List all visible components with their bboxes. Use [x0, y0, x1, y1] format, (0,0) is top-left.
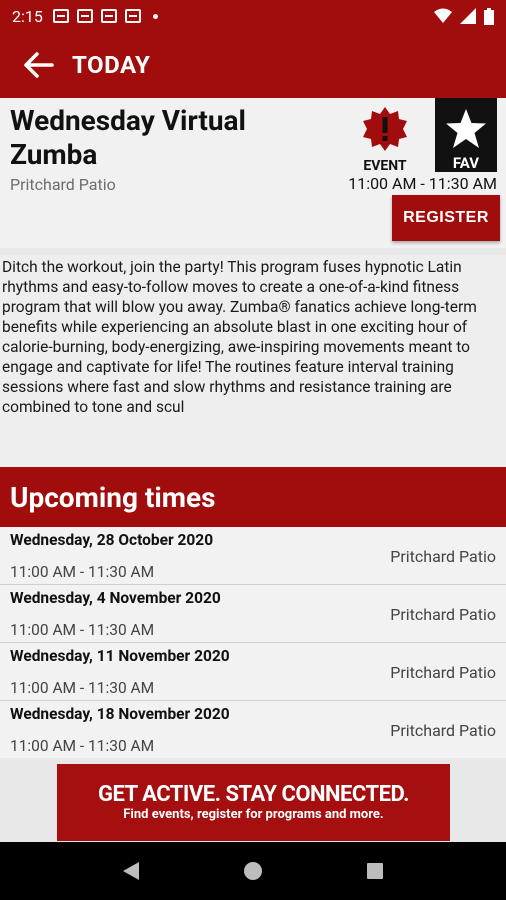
upcoming-date: Wednesday, 11 November 2020 — [10, 647, 230, 665]
message-icon — [76, 9, 93, 23]
event-header: Wednesday Virtual Zumba Pritchard Patio … — [0, 98, 506, 248]
banner-area: GET ACTIVE. STAY CONNECTED. Find events,… — [0, 758, 506, 842]
upcoming-hours: 11:00 AM - 11:30 AM — [10, 563, 155, 581]
banner-subline: Find events, register for programs and m… — [123, 807, 384, 822]
exclamation-burst-icon — [363, 107, 407, 151]
nav-home-button[interactable] — [233, 851, 273, 891]
upcoming-location: Pritchard Patio — [390, 721, 496, 740]
upcoming-hours: 11:00 AM - 11:30 AM — [10, 737, 155, 755]
upcoming-hours: 11:00 AM - 11:30 AM — [10, 679, 155, 697]
favorite-button[interactable]: FAV — [435, 98, 497, 172]
nav-back-button[interactable] — [111, 851, 151, 891]
event-description: Ditch the workout, join the party! This … — [0, 255, 506, 467]
mail-icon — [124, 9, 141, 23]
list-item[interactable]: Wednesday, 18 November 2020 11:00 AM - 1… — [0, 701, 506, 759]
notification-icon — [52, 9, 69, 23]
back-button[interactable] — [22, 48, 56, 82]
upcoming-location: Pritchard Patio — [390, 663, 496, 682]
app-notification-icon — [100, 9, 117, 23]
event-location: Pritchard Patio — [10, 175, 116, 194]
battery-icon — [484, 7, 494, 25]
page-title: TODAY — [72, 51, 151, 79]
wifi-icon — [434, 8, 452, 23]
arrow-left-icon — [24, 52, 54, 78]
event-badge-label: EVENT — [363, 158, 407, 174]
signal-icon — [460, 8, 476, 24]
event-badge: EVENT — [355, 106, 415, 174]
more-notifications-icon — [152, 13, 158, 19]
list-item[interactable]: Wednesday, 11 November 2020 11:00 AM - 1… — [0, 643, 506, 701]
upcoming-date: Wednesday, 4 November 2020 — [10, 589, 221, 607]
status-bar: 2:15 — [0, 0, 506, 32]
upcoming-location: Pritchard Patio — [390, 605, 496, 624]
list-item[interactable]: Wednesday, 4 November 2020 11:00 AM - 11… — [0, 585, 506, 643]
circle-home-icon — [244, 862, 262, 880]
upcoming-location: Pritchard Patio — [390, 547, 496, 566]
upcoming-date: Wednesday, 18 November 2020 — [10, 705, 230, 723]
event-time: 11:00 AM - 11:30 AM — [348, 174, 497, 193]
event-title: Wednesday Virtual Zumba — [10, 104, 246, 171]
square-recents-icon — [367, 863, 383, 879]
list-item[interactable]: Wednesday, 28 October 2020 11:00 AM - 11… — [0, 527, 506, 585]
app-bar: TODAY — [0, 32, 506, 98]
upcoming-hours: 11:00 AM - 11:30 AM — [10, 621, 155, 639]
triangle-back-icon — [123, 862, 139, 880]
banner-headline: GET ACTIVE. STAY CONNECTED. — [98, 782, 409, 807]
system-nav-bar — [0, 842, 506, 900]
promo-banner[interactable]: GET ACTIVE. STAY CONNECTED. Find events,… — [57, 764, 450, 841]
favorite-label: FAV — [452, 154, 480, 172]
register-button[interactable]: REGISTER — [392, 195, 500, 241]
nav-recents-button[interactable] — [355, 851, 395, 891]
status-time: 2:15 — [12, 6, 43, 26]
upcoming-times-list: Wednesday, 28 October 2020 11:00 AM - 11… — [0, 527, 506, 759]
star-icon — [446, 109, 486, 148]
upcoming-times-heading: Upcoming times — [0, 467, 506, 527]
upcoming-date: Wednesday, 28 October 2020 — [10, 531, 214, 549]
